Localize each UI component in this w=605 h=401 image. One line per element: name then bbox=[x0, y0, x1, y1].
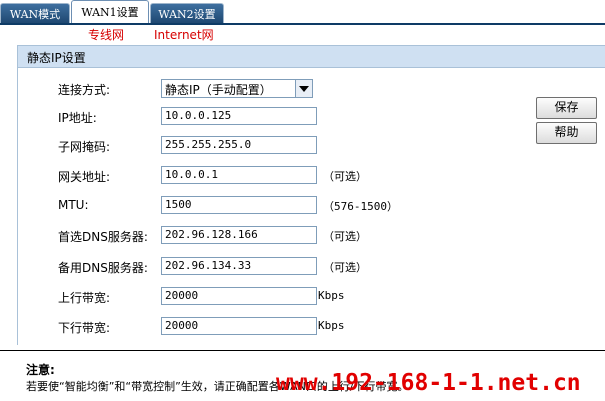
divider bbox=[0, 350, 605, 351]
dropdown-button[interactable] bbox=[295, 80, 312, 97]
help-button[interactable]: 帮助 bbox=[536, 122, 597, 144]
secondary-dns-hint: （可选） bbox=[323, 261, 367, 274]
mtu-input[interactable]: 1500 bbox=[161, 196, 317, 214]
section-header: 静态IP设置 bbox=[18, 45, 605, 68]
download-unit: Kbps bbox=[318, 319, 345, 332]
download-bandwidth-label: 下行带宽: bbox=[58, 321, 111, 335]
ip-label: IP地址: bbox=[58, 111, 97, 125]
gateway-hint: （可选） bbox=[323, 170, 367, 183]
mtu-hint: （576-1500） bbox=[323, 200, 398, 213]
connection-type-select[interactable]: 静态IP（手动配置） bbox=[161, 79, 313, 98]
upload-unit: Kbps bbox=[318, 289, 345, 302]
mtu-label: MTU: bbox=[58, 198, 89, 212]
gateway-label: 网关地址: bbox=[58, 170, 111, 184]
secondary-dns-label: 备用DNS服务器: bbox=[58, 261, 148, 275]
save-button[interactable]: 保存 bbox=[536, 97, 597, 119]
subnet-mask-input[interactable]: 255.255.255.0 bbox=[161, 136, 317, 154]
subnet-mask-label: 子网掩码: bbox=[58, 140, 111, 154]
gateway-input[interactable]: 10.0.0.1 bbox=[161, 166, 317, 184]
primary-dns-hint: （可选） bbox=[323, 230, 367, 243]
annotation-internet: Internet网 bbox=[154, 28, 214, 42]
tab-rail bbox=[0, 23, 605, 25]
chevron-down-icon bbox=[299, 85, 309, 92]
section-title: 静态IP设置 bbox=[27, 51, 86, 65]
download-bandwidth-input[interactable]: 20000 bbox=[161, 317, 317, 335]
upload-bandwidth-input[interactable]: 20000 bbox=[161, 287, 317, 305]
connection-type-label: 连接方式: bbox=[58, 83, 111, 97]
connection-type-value: 静态IP（手动配置） bbox=[165, 83, 272, 97]
watermark: www.192-168-1-1.net.cn bbox=[276, 370, 581, 396]
primary-dns-input[interactable]: 202.96.128.166 bbox=[161, 226, 317, 244]
tab-wan1-settings[interactable]: WAN1设置 bbox=[71, 0, 149, 25]
tab-wan2-settings[interactable]: WAN2设置 bbox=[150, 3, 224, 24]
upload-bandwidth-label: 上行带宽: bbox=[58, 291, 111, 305]
settings-panel: 静态IP设置 连接方式: 静态IP（手动配置） IP地址: 10.0.0.125… bbox=[17, 45, 605, 345]
primary-dns-label: 首选DNS服务器: bbox=[58, 230, 148, 244]
tab-wan-mode[interactable]: WAN模式 bbox=[0, 3, 70, 24]
note-title: 注意: bbox=[26, 363, 55, 377]
ip-input[interactable]: 10.0.0.125 bbox=[161, 107, 317, 125]
secondary-dns-input[interactable]: 202.96.134.33 bbox=[161, 257, 317, 275]
annotation-dedicated-line: 专线网 bbox=[88, 28, 125, 42]
tab-bar: WAN模式 WAN1设置 WAN2设置 bbox=[0, 0, 605, 25]
